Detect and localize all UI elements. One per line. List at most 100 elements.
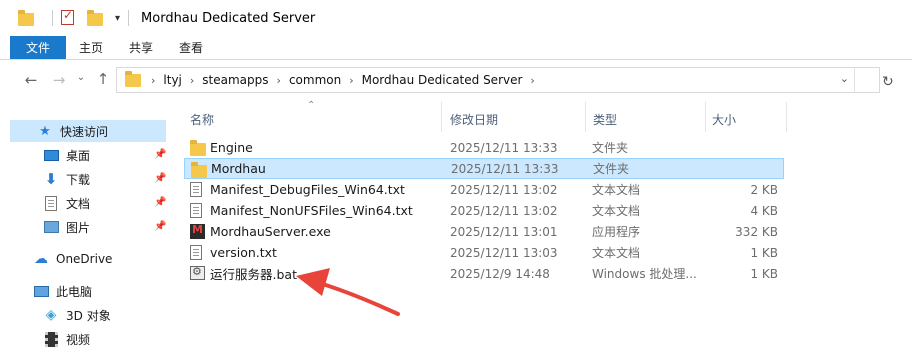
file-type: Windows 批处理... <box>592 267 697 281</box>
download-icon: ⬇ <box>44 170 58 188</box>
file-date: 2025/12/9 14:48 <box>450 266 550 281</box>
tab-file[interactable]: 文件 <box>10 36 67 59</box>
annotation-arrow-shaft <box>314 280 400 316</box>
column-divider[interactable] <box>705 102 706 132</box>
divider <box>854 68 855 92</box>
file-date: 2025/12/11 13:02 <box>450 182 558 197</box>
chevron-down-icon[interactable]: ⌄ <box>840 72 849 85</box>
file-row-mordhau-server-exe[interactable]: MordhauServer.exe 2025/12/11 13:01 应用程序 … <box>184 221 784 242</box>
text-file-icon <box>190 245 202 260</box>
pin-icon[interactable]: 📌 <box>154 149 166 160</box>
breadcrumb-common[interactable]: common <box>289 73 341 87</box>
pin-icon[interactable]: 📌 <box>154 221 166 232</box>
properties-icon[interactable] <box>61 8 77 26</box>
file-row-engine[interactable]: Engine 2025/12/11 13:33 文件夹 <box>184 137 784 158</box>
breadcrumb-steamapps[interactable]: steamapps <box>202 73 268 87</box>
quick-access-dropdown-icon[interactable]: ▾ <box>115 13 120 24</box>
cube-icon: ◈ <box>45 307 57 323</box>
recent-locations-icon[interactable]: ⌄ <box>70 72 92 83</box>
column-header-name[interactable]: 名称 <box>190 108 214 130</box>
folder-icon <box>190 140 206 156</box>
file-row-run-server-bat[interactable]: 运行服务器.bat 2025/12/9 14:48 Windows 批处理...… <box>184 263 784 284</box>
divider <box>52 10 53 26</box>
breadcrumb-ltyj[interactable]: ltyj <box>163 73 181 87</box>
file-type: 文本文档 <box>592 246 641 260</box>
column-divider[interactable] <box>786 102 787 132</box>
file-date: 2025/12/11 13:33 <box>451 161 559 176</box>
sidebar-item-pictures[interactable]: 图片 <box>42 216 90 238</box>
divider <box>128 10 130 26</box>
file-name: Engine <box>210 140 253 155</box>
refresh-icon[interactable]: ↻ <box>882 74 894 90</box>
file-row-manifest-nonufs[interactable]: Manifest_NonUFSFiles_Win64.txt 2025/12/1… <box>184 200 784 221</box>
back-arrow-icon[interactable]: ← <box>20 71 42 89</box>
file-name: Mordhau <box>211 161 266 176</box>
file-name: Manifest_NonUFSFiles_Win64.txt <box>210 203 413 218</box>
tab-share[interactable]: 共享 <box>116 36 166 59</box>
tab-view[interactable]: 查看 <box>166 36 216 59</box>
window-title: Mordhau Dedicated Server <box>141 10 316 26</box>
batch-file-icon <box>190 265 205 280</box>
file-name: MordhauServer.exe <box>210 224 331 239</box>
file-type: 文件夹 <box>593 162 630 176</box>
desktop-icon <box>42 147 60 163</box>
file-size: 1 KB <box>750 266 778 281</box>
address-bar[interactable]: › ltyj › steamapps › common › Mordhau De… <box>116 67 880 93</box>
sidebar-item-label: 快速访问 <box>60 124 109 139</box>
file-row-mordhau[interactable]: Mordhau 2025/12/11 13:33 文件夹 <box>184 158 784 179</box>
sidebar-item-downloads[interactable]: ⬇ 下载 <box>42 168 90 190</box>
navigation-bar: ← → ⌄ ↑ › ltyj › steamapps › common › Mo… <box>0 60 912 102</box>
file-size: 2 KB <box>750 182 778 197</box>
chevron-right-icon[interactable]: › <box>530 74 534 87</box>
sidebar-item-label: 3D 对象 <box>66 308 111 323</box>
forward-arrow-icon[interactable]: → <box>48 71 70 89</box>
sidebar-item-quick-access[interactable]: ★ 快速访问 <box>10 120 166 142</box>
sidebar-item-documents[interactable]: 文档 <box>42 192 90 214</box>
sidebar-item-label: OneDrive <box>56 252 113 266</box>
file-type: 文本文档 <box>592 204 641 218</box>
chevron-right-icon[interactable]: › <box>349 74 353 87</box>
file-type: 应用程序 <box>592 225 641 239</box>
file-name: version.txt <box>210 245 277 260</box>
text-file-icon <box>190 203 202 218</box>
sidebar-item-desktop[interactable]: 桌面 <box>42 144 90 166</box>
navigation-pane: ★ 快速访问 桌面 📌 ⬇ 下载 📌 文档 📌 图片 📌 ☁ OneDrive … <box>0 112 168 356</box>
ribbon-tabs: 文件 主页 共享 查看 <box>0 36 912 60</box>
column-header-date[interactable]: 修改日期 <box>450 108 498 130</box>
star-icon: ★ <box>39 123 51 139</box>
file-size: 4 KB <box>750 203 778 218</box>
sidebar-item-label: 文档 <box>66 196 91 211</box>
tab-home[interactable]: 主页 <box>66 36 116 59</box>
file-name: 运行服务器.bat <box>210 267 297 282</box>
document-icon <box>42 195 60 211</box>
column-header-size[interactable]: 大小 <box>712 108 736 130</box>
column-divider[interactable] <box>585 102 586 132</box>
chevron-right-icon[interactable]: › <box>151 74 155 87</box>
folder-icon <box>18 10 34 26</box>
chevron-right-icon[interactable]: › <box>277 74 281 87</box>
sidebar-item-label: 视频 <box>66 332 91 347</box>
sidebar-item-label: 下载 <box>66 172 91 187</box>
sidebar-item-videos[interactable]: 视频 <box>42 328 90 350</box>
chevron-right-icon[interactable]: › <box>190 74 194 87</box>
file-row-manifest-debug[interactable]: Manifest_DebugFiles_Win64.txt 2025/12/11… <box>184 179 784 200</box>
sidebar-item-label: 此电脑 <box>56 284 93 299</box>
folder-icon <box>191 162 207 178</box>
sidebar-item-onedrive[interactable]: ☁ OneDrive <box>32 248 112 270</box>
sidebar-item-this-pc[interactable]: 此电脑 <box>32 280 92 302</box>
file-date: 2025/12/11 13:33 <box>450 140 558 155</box>
column-header-type[interactable]: 类型 <box>593 108 617 130</box>
computer-icon <box>32 283 50 299</box>
new-folder-icon[interactable] <box>87 10 103 26</box>
file-date: 2025/12/11 13:03 <box>450 245 558 260</box>
column-divider[interactable] <box>441 102 442 132</box>
exe-icon <box>190 223 205 239</box>
up-arrow-icon[interactable]: ↑ <box>92 70 114 88</box>
pin-icon[interactable]: 📌 <box>154 197 166 208</box>
file-row-version-txt[interactable]: version.txt 2025/12/11 13:03 文本文档 1 KB <box>184 242 784 263</box>
sort-ascending-icon: ⌃ <box>307 100 316 111</box>
sidebar-item-label: 图片 <box>66 220 91 235</box>
breadcrumb-current-folder[interactable]: Mordhau Dedicated Server <box>362 73 523 87</box>
pin-icon[interactable]: 📌 <box>154 173 166 184</box>
sidebar-item-3d-objects[interactable]: ◈ 3D 对象 <box>42 304 111 326</box>
